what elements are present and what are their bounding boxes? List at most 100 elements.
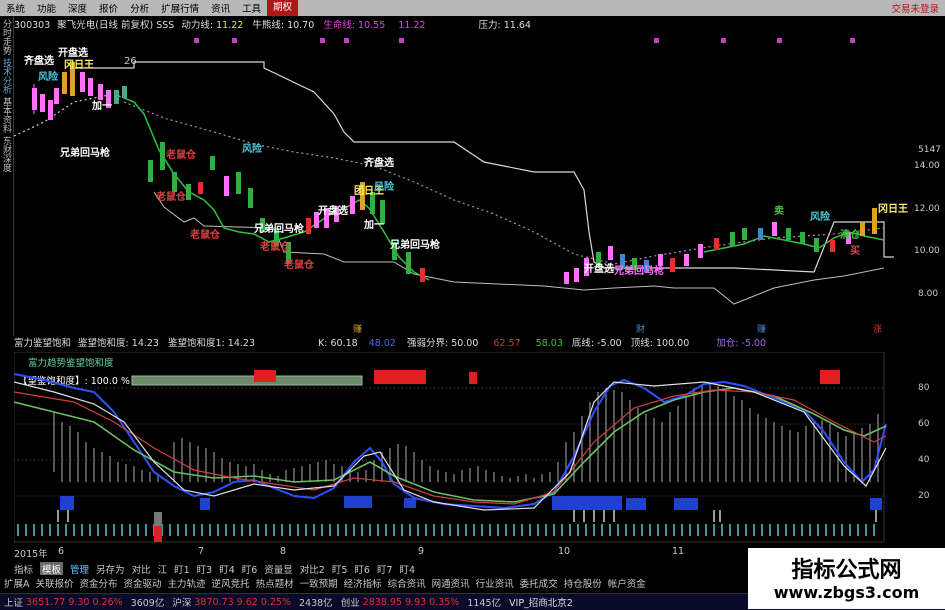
grey-histogram (53, 382, 879, 482)
tab-volume[interactable]: 资量显 (264, 562, 293, 576)
label-xiongdi-3: 兄弟回马枪 (389, 238, 440, 251)
saturation-bar (131, 375, 363, 386)
ind-sat1-value: 14.23 (227, 338, 255, 349)
tab2-fund-dist[interactable]: 资金分布 (80, 576, 118, 590)
status-hs-chg: 9.62 (236, 596, 258, 608)
sidebar-tab-intraday[interactable]: 分时走势 (0, 19, 12, 55)
tab-saveas[interactable]: 另存为 (96, 562, 125, 576)
tab2-positions[interactable]: 持仓股份 (564, 576, 602, 590)
tab-ding6[interactable]: 盯6 (242, 562, 258, 576)
status-hs-value: 3870.73 (194, 596, 234, 608)
status-hs-vol: 2438亿 (299, 598, 333, 609)
shengming-value: 10.55 (358, 20, 386, 31)
menu-ext-market[interactable]: 扩展行情 (155, 1, 205, 15)
status-cy-label: 创业 (340, 598, 360, 609)
marker-zhuan-1: 赚 (353, 325, 363, 335)
tab2-industry[interactable]: 行业资讯 (476, 576, 514, 590)
tab2-econ[interactable]: 经济指标 (344, 576, 382, 590)
ind-strong-value: 50.00 (451, 338, 479, 349)
date-jun: 6 (58, 546, 65, 557)
label-fengxian: 风险 (38, 70, 59, 83)
tab-jiang[interactable]: 江 (158, 562, 168, 576)
tab-compare2[interactable]: 对比2 (300, 562, 325, 576)
sidebar-tab-depth[interactable]: 东财深度 (0, 136, 12, 172)
tab2-account[interactable]: 帐户资金 (608, 576, 646, 590)
watermark: 指标公式网 www.zbgs3.com (748, 548, 945, 609)
yali-label: 压力: (478, 20, 501, 31)
tab2-hot-topic[interactable]: 热点题材 (256, 576, 294, 590)
tab-indicator[interactable]: 指标 (14, 562, 33, 576)
ind-label-sat: 【望鉴饱和度】: 100.0 % (18, 375, 130, 387)
tab2-related-quote[interactable]: 关联报价 (36, 576, 74, 590)
indicator-header: 富力鉴望饱和 鉴望饱和度: 14.23 鉴望饱和度1: 14.23 K: 60.… (14, 335, 766, 349)
tab2-reverse[interactable]: 逆风竞托 (212, 576, 250, 590)
status-shz-chg: 9.30 (68, 596, 90, 608)
ind-label-trend: 富力趋势鉴望饱和度 (28, 357, 114, 369)
tab-ding7[interactable]: 盯7 (377, 562, 393, 576)
tab2-ext-a[interactable]: 扩展A (4, 576, 30, 590)
tab-template[interactable]: 模板 (40, 562, 64, 576)
menu-function[interactable]: 功能 (31, 1, 62, 15)
ind-di-value: -5.00 (597, 338, 622, 349)
tab-ding1[interactable]: 盯1 (174, 562, 190, 576)
tab-manage[interactable]: 管理 (70, 562, 89, 576)
tab2-orders[interactable]: 委托成交 (520, 576, 558, 590)
menu-quote[interactable]: 报价 (93, 1, 124, 15)
ind-jia-label: 加仓: (716, 338, 739, 349)
tab2-main-track[interactable]: 主力轨迹 (168, 576, 206, 590)
label-laoshu-3: 老鼠仓 (189, 228, 221, 241)
ind-axis-80: 80 (918, 383, 930, 393)
tab-ding5[interactable]: 盯5 (332, 562, 348, 576)
label-kaipan-2: 开盘选 (318, 204, 348, 217)
top-markers (194, 38, 855, 43)
marker-zhang: 涨 (873, 325, 883, 335)
extension-tabs: 扩展A 关联报价 资金分布 资金驱动 主力轨迹 逆风竞托 热点题材 一致预期 经… (0, 576, 760, 590)
menu-depth[interactable]: 深度 (62, 1, 93, 15)
ind-axis-60: 60 (918, 419, 930, 429)
status-shz-value: 3651.77 (26, 596, 66, 608)
ind-jia-value: -5.00 (741, 338, 767, 349)
tab-ding6b[interactable]: 盯6 (354, 562, 370, 576)
teal-ticks (17, 524, 875, 536)
price-axis-8: 8.00 (918, 289, 939, 299)
grey-spike (154, 512, 162, 526)
price-axis-14: 14.00 (914, 161, 940, 171)
menu-news[interactable]: 资讯 (205, 1, 236, 15)
tab2-fund-drive[interactable]: 资金驱动 (124, 576, 162, 590)
tab-compare[interactable]: 对比 (132, 562, 151, 576)
tab2-news[interactable]: 综合资讯 (388, 576, 426, 590)
label-fengxian-2: 风险 (242, 142, 263, 155)
label-jiayi-2: 加一 (363, 218, 384, 231)
status-vip[interactable]: VIP_招商北京2 (509, 595, 573, 609)
label-kaipan: 开盘选 (58, 46, 88, 59)
niuli-label: 牛熊线: (252, 20, 285, 31)
menu-system[interactable]: 系统 (0, 1, 31, 15)
tab2-consensus[interactable]: 一致预期 (300, 576, 338, 590)
label-xiongdi-2: 兄弟回马枪 (253, 222, 304, 235)
status-cy-pct: 0.35% (429, 596, 460, 608)
status-hs-label: 沪深 (172, 598, 192, 609)
tab-ding4b[interactable]: 盯4 (399, 562, 415, 576)
sidebar-tab-tech[interactable]: 技术分析 (0, 58, 12, 94)
ind-mm-value: 62.57 (493, 338, 521, 349)
indicator-chart[interactable]: 富力趋势鉴望饱和度 【望鉴饱和度】: 100.0 % (14, 352, 904, 544)
price-chart[interactable]: 开盘选 齐盘选 冈日王 26 加一 风险 兄弟回马枪 老鼠仓 老鼠仓 老鼠仓 兄… (14, 32, 914, 334)
label-fengxian-3: 风险 (374, 180, 395, 193)
label-kaipan-3: 开盘选 (584, 262, 614, 275)
date-nov: 11 (672, 546, 685, 557)
label-gangriwang: 冈日王 (64, 59, 94, 71)
tab-ding4[interactable]: 盯4 (219, 562, 235, 576)
candles-cluster-3 (306, 182, 425, 282)
tab2-netnews[interactable]: 网通资讯 (432, 576, 470, 590)
ind-k-label: K: (318, 338, 328, 349)
shengming-label: 生命线: (323, 20, 356, 31)
label-xiongdi-4: 兄弟回马枪 (613, 264, 664, 277)
label-qipan: 齐盘选 (24, 54, 54, 67)
sidebar-tab-basic[interactable]: 基本资料 (0, 97, 12, 133)
tab-ding3[interactable]: 盯3 (197, 562, 213, 576)
menu-tools[interactable]: 工具 (236, 1, 267, 15)
marker-cai: 财 (636, 325, 646, 335)
login-status[interactable]: 交易未登录 (891, 1, 945, 15)
menu-options[interactable]: 期权 (267, 0, 299, 16)
menu-analysis[interactable]: 分析 (124, 1, 155, 15)
